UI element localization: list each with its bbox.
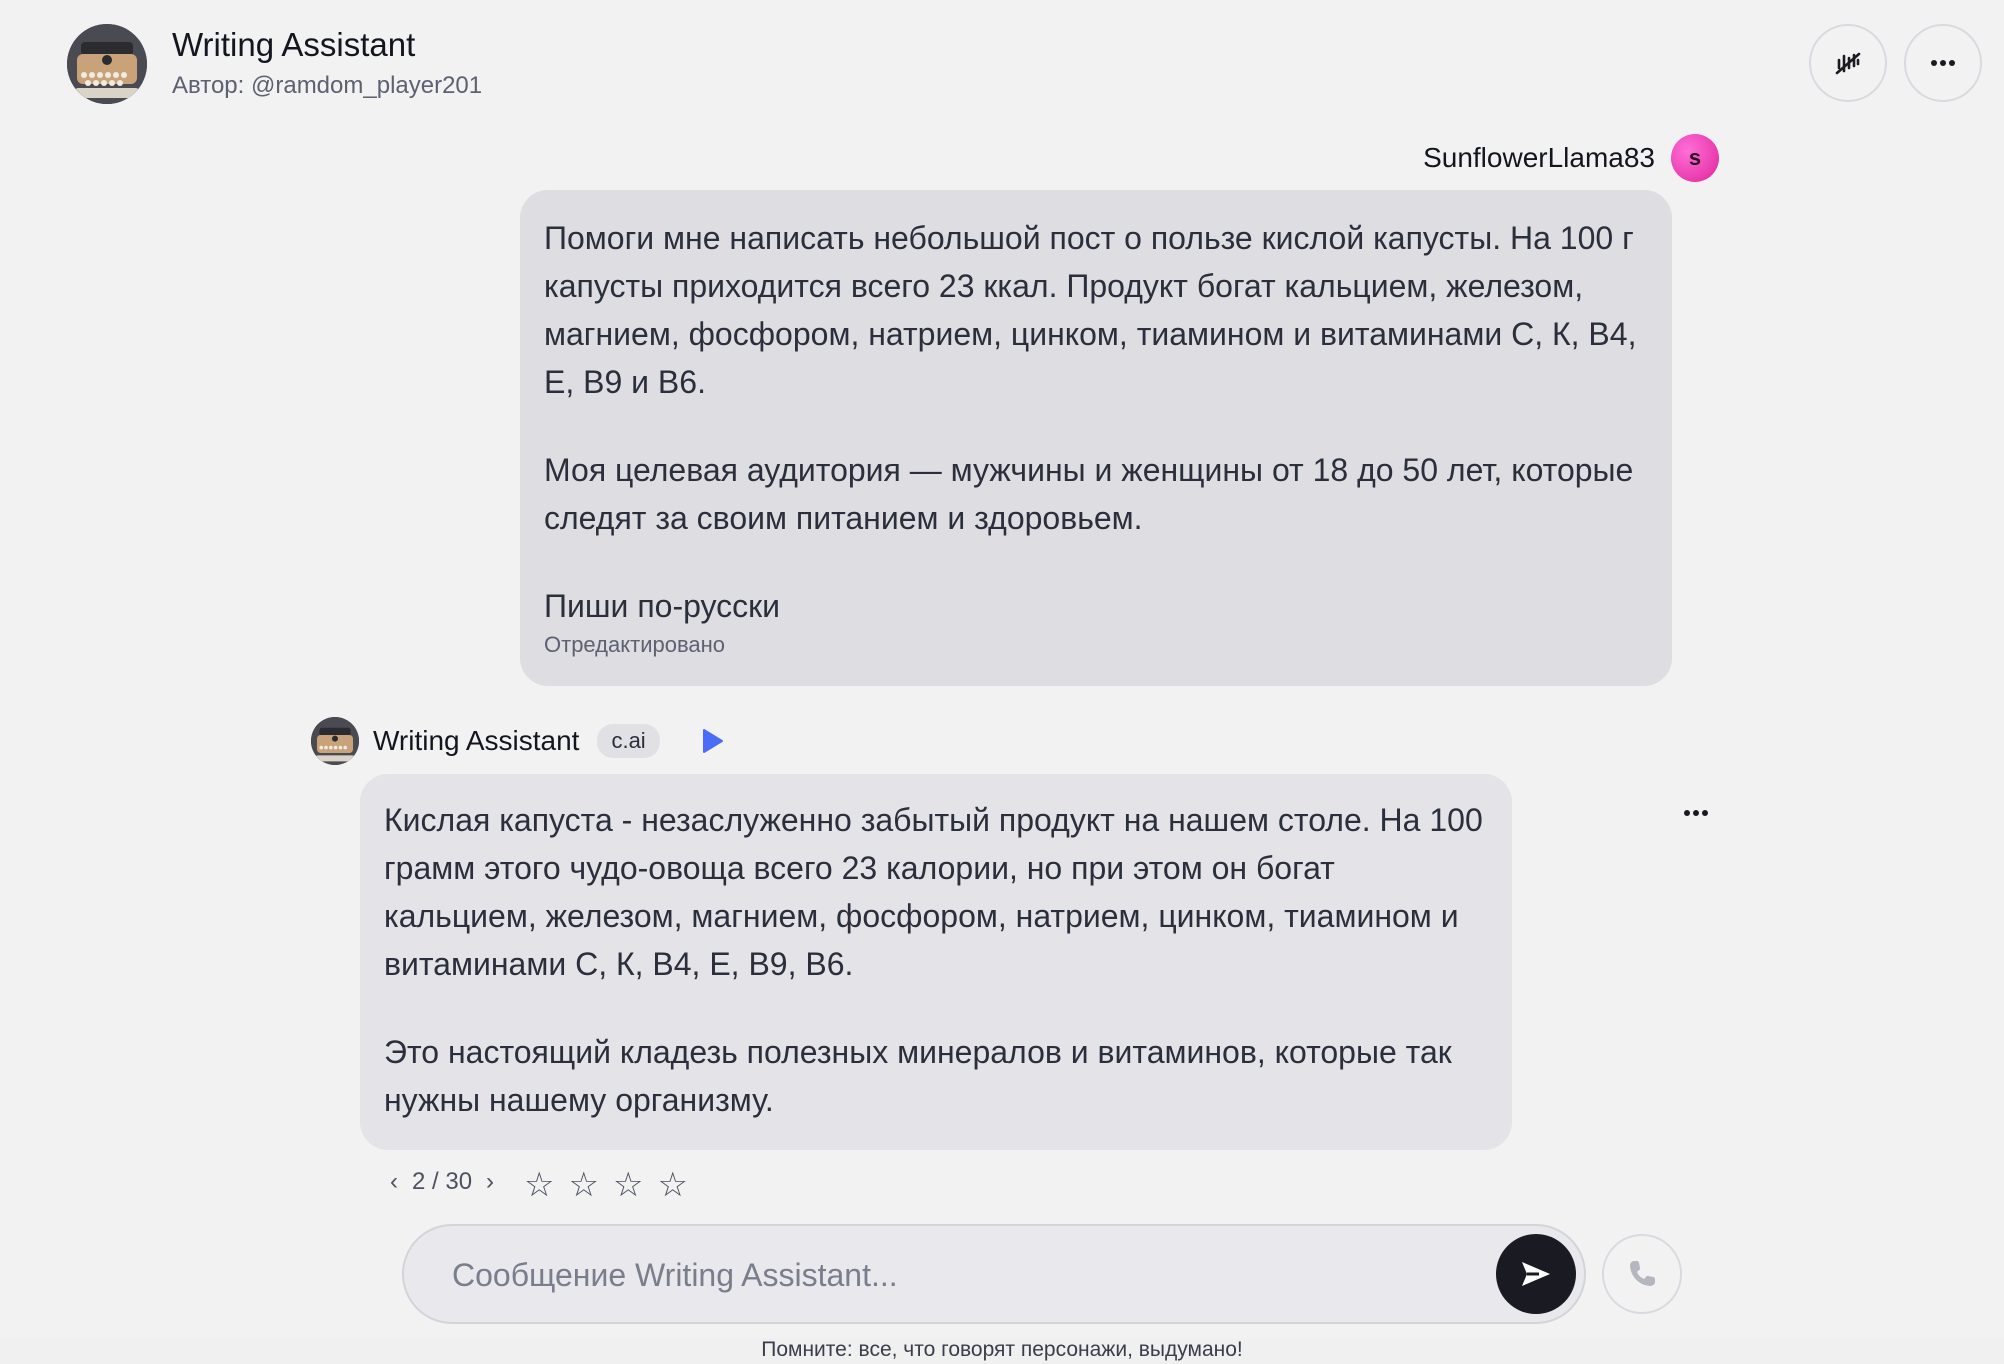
typewriter-avatar-icon — [67, 24, 147, 104]
send-icon — [1522, 1262, 1550, 1286]
bot-name: Writing Assistant — [373, 725, 580, 756]
voice-toggle-button[interactable] — [1809, 24, 1887, 102]
more-horizontal-icon — [1684, 810, 1708, 816]
message-input[interactable] — [450, 1226, 1454, 1324]
call-button[interactable] — [1602, 1234, 1682, 1314]
star-icon[interactable]: ☆ — [569, 1168, 599, 1198]
prev-response-button[interactable]: ‹ — [390, 1168, 398, 1196]
response-position: 2 / 30 — [412, 1168, 473, 1195]
bot-message-bubble[interactable]: Кислая капуста - незаслуженно забытый пр… — [360, 774, 1512, 1150]
more-horizontal-icon — [1931, 60, 1955, 66]
edited-label: Отредактировано — [544, 632, 726, 657]
voice-off-icon — [1835, 52, 1861, 75]
user-message-bubble[interactable]: Помоги мне написать небольшой пост о пол… — [520, 190, 1672, 686]
character-title: Writing Assistant — [172, 26, 416, 63]
response-pager: ‹ 2 / 30 › ☆ ☆ ☆ ☆ — [390, 1168, 750, 1198]
rating-stars: ☆ ☆ ☆ ☆ — [524, 1168, 688, 1198]
bot-message-paragraph: Кислая капуста - незаслуженно забытый пр… — [384, 802, 1483, 982]
typewriter-avatar-icon — [311, 717, 359, 765]
user-message-paragraph: Помоги мне написать небольшой пост о пол… — [544, 220, 1637, 400]
bot-message-paragraph: Это настоящий кладезь полезных минералов… — [384, 1034, 1452, 1118]
bot-avatar[interactable] — [311, 717, 359, 765]
star-icon[interactable]: ☆ — [658, 1168, 688, 1198]
message-composer — [402, 1224, 1586, 1324]
phone-icon — [1630, 1261, 1655, 1286]
bot-message-author: Writing Assistant c.ai — [311, 716, 726, 766]
user-name: SunflowerLlama83 — [1423, 142, 1655, 173]
character-author[interactable]: Автор: @ramdom_player201 — [172, 72, 482, 100]
star-icon[interactable]: ☆ — [613, 1168, 643, 1198]
message-menu-button[interactable] — [1678, 798, 1714, 828]
user-message-author: SunflowerLlama83 s — [1423, 134, 1719, 182]
next-response-button[interactable]: › — [486, 1168, 494, 1196]
character-avatar[interactable] — [67, 24, 147, 104]
more-options-button[interactable] — [1904, 24, 1982, 102]
cai-badge: c.ai — [597, 724, 660, 758]
disclaimer-text: Помните: все, что говорят персонажи, выд… — [0, 1338, 2004, 1364]
star-icon[interactable]: ☆ — [524, 1168, 554, 1198]
user-avatar[interactable]: s — [1671, 134, 1719, 182]
user-message-paragraph: Моя целевая аудитория — мужчины и женщин… — [544, 452, 1634, 536]
play-audio-icon[interactable] — [698, 727, 726, 755]
user-message-paragraph: Пиши по-русски — [544, 588, 781, 624]
chat-header: Writing Assistant Автор: @ramdom_player2… — [0, 0, 2004, 120]
send-button[interactable] — [1496, 1234, 1576, 1314]
